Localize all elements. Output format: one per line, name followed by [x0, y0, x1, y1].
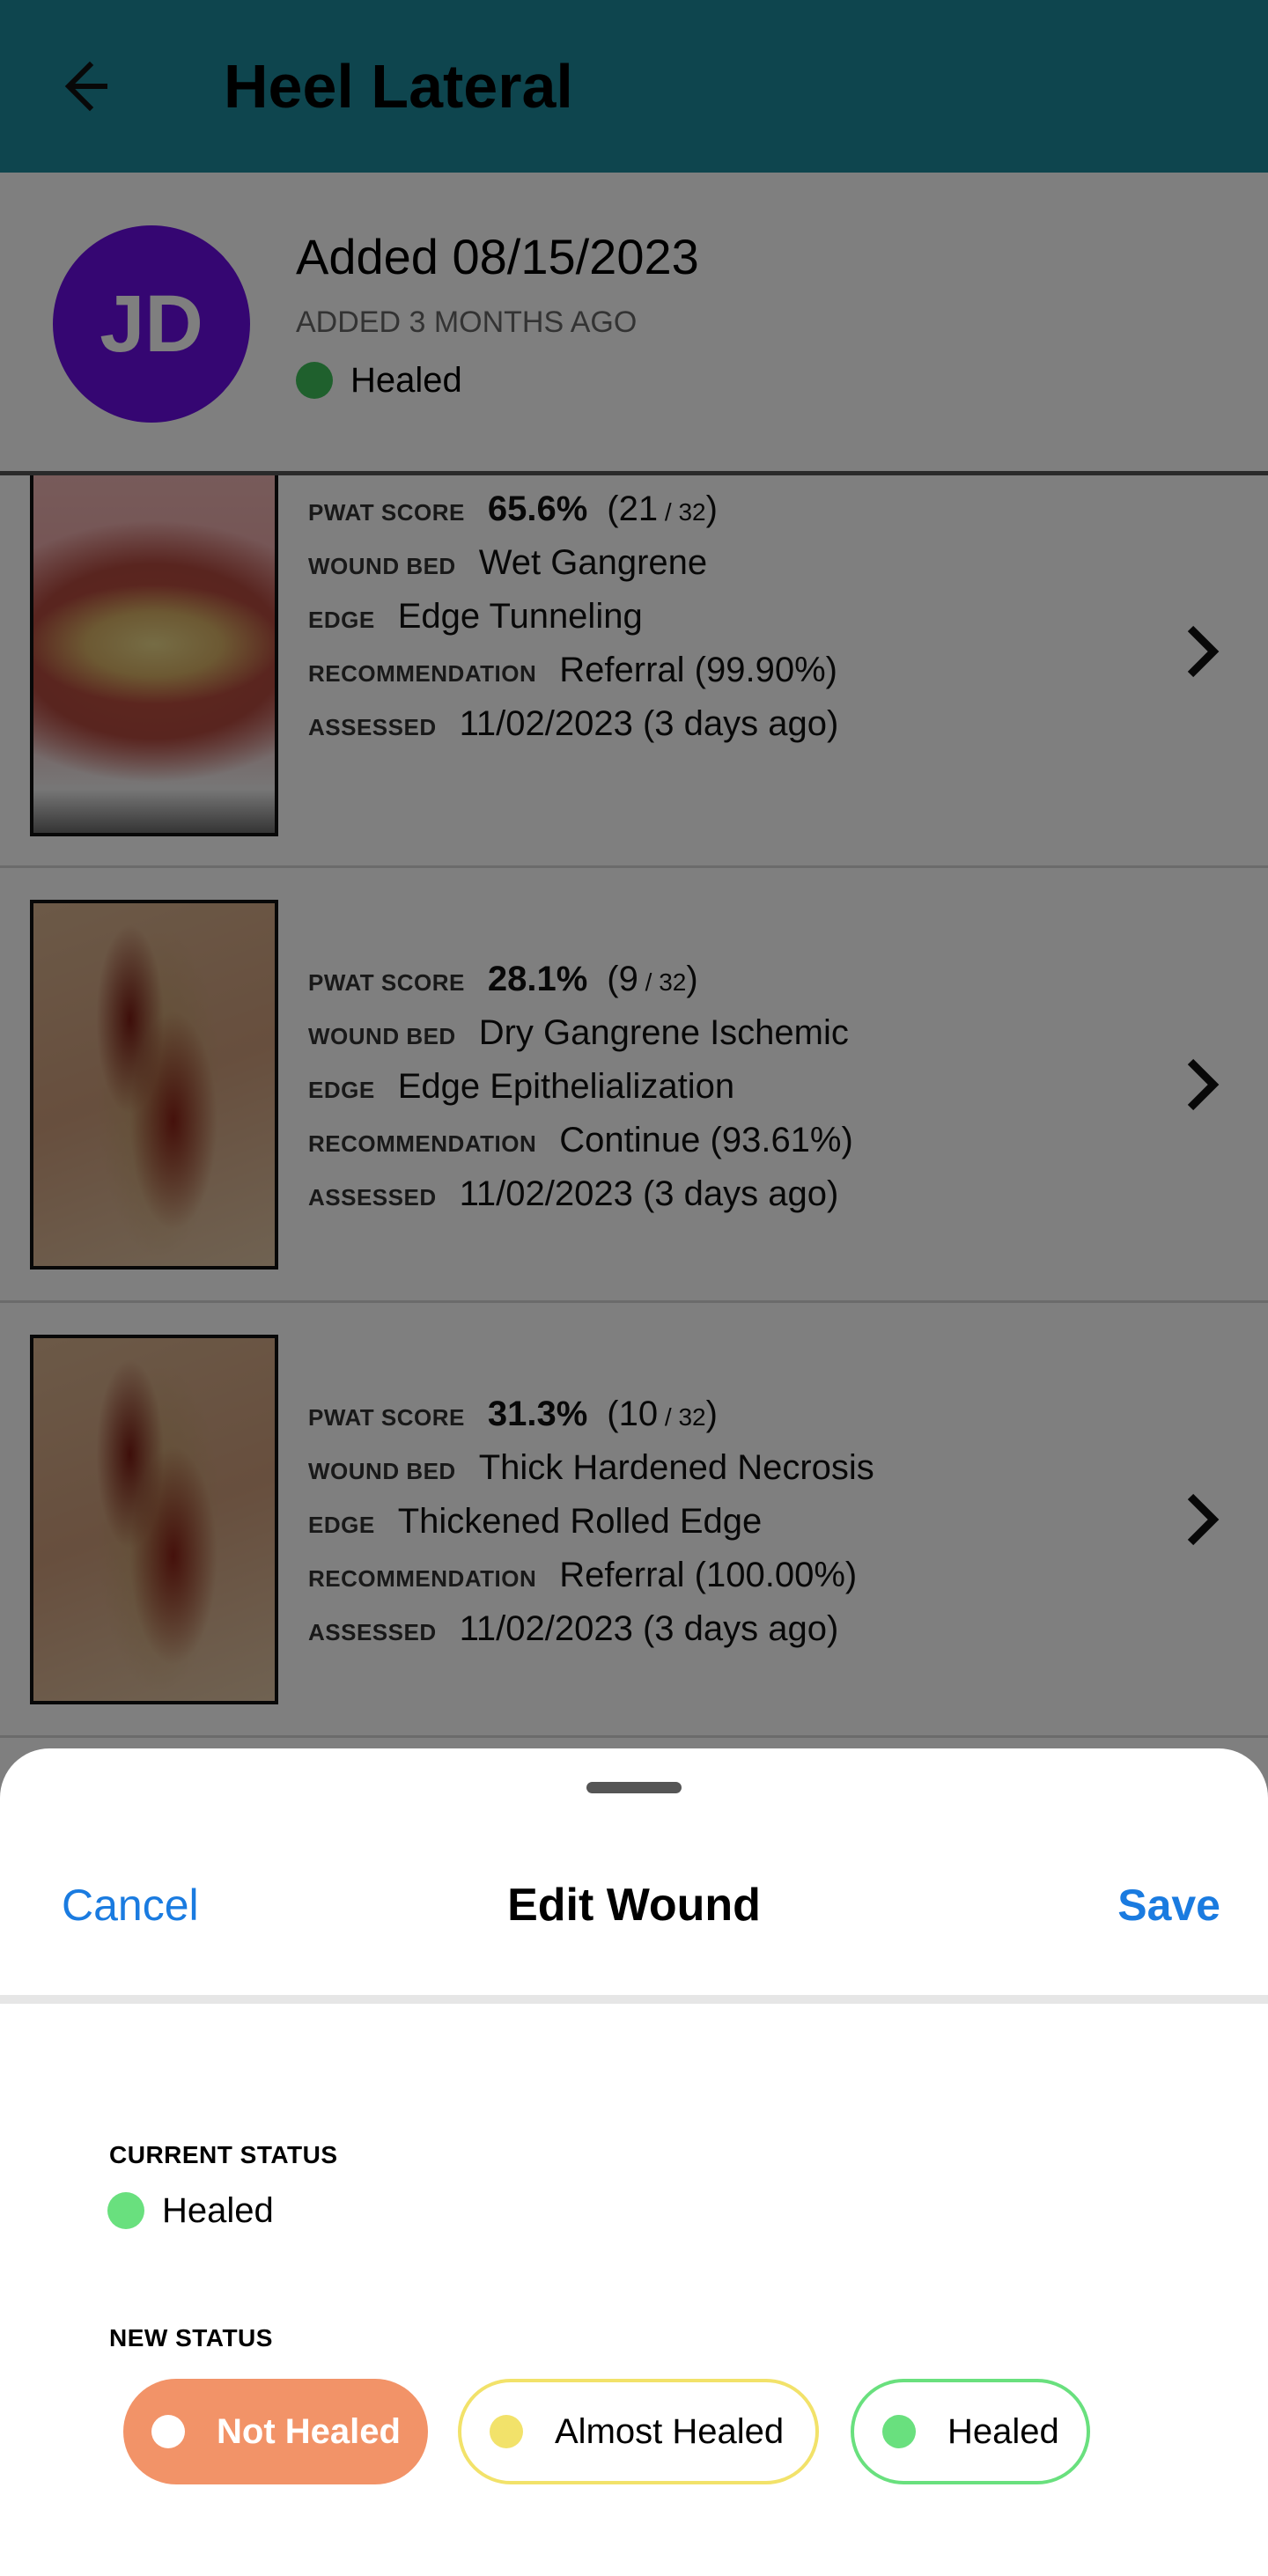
status-option-almost-healed[interactable]: Almost Healed — [458, 2379, 819, 2484]
status-option-label: Healed — [947, 2411, 1059, 2451]
status-dot-icon — [151, 2415, 185, 2448]
save-button[interactable]: Save — [1117, 1879, 1220, 1932]
status-option-healed[interactable]: Healed — [851, 2379, 1090, 2484]
sheet-drag-handle[interactable] — [586, 1782, 682, 1793]
status-option-label: Not Healed — [217, 2411, 401, 2451]
edit-wound-sheet: Edit Wound Cancel Save CURRENT STATUS He… — [0, 1748, 1268, 2576]
status-option-label: Almost Healed — [555, 2411, 785, 2451]
status-dot-icon — [882, 2415, 916, 2448]
cancel-button[interactable]: Cancel — [62, 1879, 199, 1932]
status-dot-icon — [490, 2415, 523, 2448]
new-status-label: NEW STATUS — [109, 2324, 273, 2352]
status-option-not-healed[interactable]: Not Healed — [123, 2379, 428, 2484]
current-status: Healed — [107, 2189, 274, 2233]
current-status-value: Healed — [162, 2191, 274, 2230]
current-status-label: CURRENT STATUS — [109, 2141, 338, 2168]
status-dot-icon — [107, 2192, 144, 2229]
sheet-divider — [0, 1995, 1268, 2004]
